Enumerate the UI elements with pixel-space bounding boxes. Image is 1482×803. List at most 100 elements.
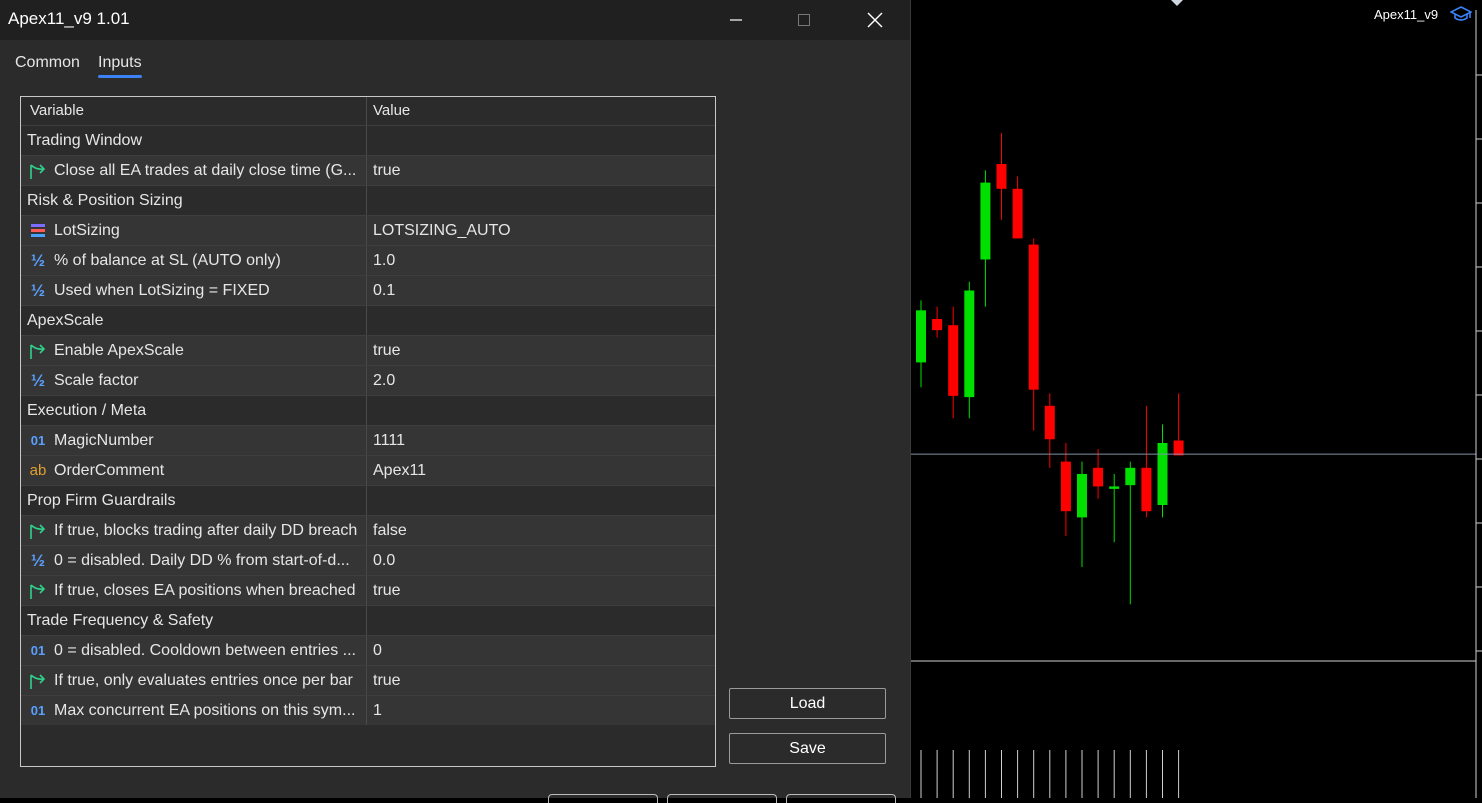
bear-candle — [948, 325, 959, 396]
bear-candle — [1044, 405, 1055, 440]
variable-cell: LotSizing — [21, 216, 367, 245]
param-row[interactable]: If true, blocks trading after daily DD b… — [21, 515, 715, 545]
enum-icon — [27, 222, 49, 240]
group-row: Execution / Meta — [21, 395, 715, 425]
ok-button[interactable] — [548, 794, 658, 803]
variable-label: Prop Firm Guardrails — [27, 491, 176, 509]
group-row: ApexScale — [21, 305, 715, 335]
variable-cell: If true, only evaluates entries once per… — [21, 666, 367, 695]
reset-button[interactable] — [786, 794, 896, 803]
title-bar[interactable]: Apex11_v9 1.01 — [0, 0, 910, 40]
bear-candle — [1012, 188, 1023, 239]
variable-label: Execution / Meta — [27, 401, 147, 419]
value-cell — [367, 306, 715, 335]
param-row[interactable]: 01 MagicNumber 1111 — [21, 425, 715, 455]
bull-candle — [1109, 486, 1120, 489]
param-row[interactable]: 01 Max concurrent EA positions on this sy… — [21, 695, 715, 725]
bear-candle — [1093, 467, 1104, 487]
value-cell[interactable]: false — [367, 516, 715, 545]
tab-inputs[interactable]: Inputs — [98, 54, 142, 78]
bear-candle — [1060, 461, 1071, 512]
value-cell[interactable]: 1.0 — [367, 246, 715, 275]
column-value[interactable]: Value — [367, 97, 715, 125]
param-row[interactable]: ½ % of balance at SL (AUTO only) 1.0 — [21, 245, 715, 275]
value-cell[interactable]: true — [367, 666, 715, 695]
value-cell[interactable]: 1111 — [367, 426, 715, 455]
variable-cell: If true, blocks trading after daily DD b… — [21, 516, 367, 545]
variable-label: Trading Window — [27, 131, 143, 149]
param-row[interactable]: LotSizing LOTSIZING_AUTO — [21, 215, 715, 245]
param-row[interactable]: Enable ApexScale true — [21, 335, 715, 365]
close-button[interactable] — [852, 0, 898, 40]
variable-label: Enable ApexScale — [54, 341, 184, 359]
bear-candle — [1173, 440, 1184, 456]
value-cell[interactable]: true — [367, 156, 715, 185]
load-button[interactable]: Load — [729, 688, 886, 719]
bull-candle — [916, 310, 926, 363]
bool-arrow-icon — [27, 162, 49, 180]
double-icon: ½ — [30, 370, 46, 390]
variable-cell: ApexScale — [21, 306, 367, 335]
bear-candle — [996, 164, 1007, 189]
variable-label: If true, blocks trading after daily DD b… — [54, 521, 358, 539]
variable-cell: 01 0 = disabled. Cooldown between entries… — [21, 636, 367, 665]
param-row[interactable]: ab OrderComment Apex11 — [21, 455, 715, 485]
param-row[interactable]: Close all EA trades at daily close time … — [21, 155, 715, 185]
value-cell[interactable]: 2.0 — [367, 366, 715, 395]
cancel-button[interactable] — [667, 794, 777, 803]
variable-label: ApexScale — [27, 311, 104, 329]
variable-label: Risk & Position Sizing — [27, 191, 183, 209]
candles-group — [916, 133, 1184, 605]
param-row[interactable]: If true, closes EA positions when breach… — [21, 575, 715, 605]
variable-cell: 01 MagicNumber — [21, 426, 367, 455]
bull-candle — [980, 182, 991, 260]
param-row[interactable]: If true, only evaluates entries once per… — [21, 665, 715, 695]
variable-label: Used when LotSizing = FIXED — [54, 281, 270, 299]
value-cell — [367, 396, 715, 425]
minimize-icon — [730, 19, 742, 21]
value-cell[interactable]: Apex11 — [367, 456, 715, 485]
variable-label: If true, only evaluates entries once per… — [54, 671, 353, 689]
variable-label: Scale factor — [54, 371, 139, 389]
inputs-grid[interactable]: Variable Value Trading Window Close all E… — [20, 96, 716, 767]
chart-ea-label: Apex11_v9 — [1374, 7, 1439, 22]
ea-properties-dialog: Apex11_v9 1.01 Common Inputs Variable Va… — [0, 0, 911, 803]
bool-arrow-icon — [27, 582, 49, 600]
value-cell[interactable]: LOTSIZING_AUTO — [367, 216, 715, 245]
variable-label: MagicNumber — [54, 431, 154, 449]
column-variable[interactable]: Variable — [21, 97, 367, 125]
param-row[interactable]: 01 0 = disabled. Cooldown between entries… — [21, 635, 715, 665]
save-button[interactable]: Save — [729, 733, 886, 764]
minimize-button[interactable] — [713, 0, 759, 40]
group-row: Trading Window — [21, 125, 715, 155]
value-cell[interactable]: 0 — [367, 636, 715, 665]
value-cell[interactable]: 0.1 — [367, 276, 715, 305]
tab-common[interactable]: Common — [15, 54, 80, 72]
variable-cell: If true, closes EA positions when breach… — [21, 576, 367, 605]
bull-candle — [1077, 474, 1087, 518]
param-row[interactable]: ½ Scale factor 2.0 — [21, 365, 715, 395]
bool-arrow-icon — [27, 342, 49, 360]
variable-label: Trade Frequency & Safety — [27, 611, 214, 629]
value-cell — [367, 186, 715, 215]
param-row[interactable]: ½ Used when LotSizing = FIXED 0.1 — [21, 275, 715, 305]
variable-label: If true, closes EA positions when breach… — [54, 581, 356, 599]
bool-arrow-icon — [27, 672, 49, 690]
integer-icon: 01 — [30, 433, 46, 448]
value-cell[interactable]: 0.0 — [367, 546, 715, 575]
param-row[interactable]: ½ 0 = disabled. Daily DD % from start-of-… — [21, 545, 715, 575]
variable-cell: Risk & Position Sizing — [21, 186, 367, 215]
maximize-button[interactable] — [781, 0, 827, 40]
value-cell[interactable]: true — [367, 336, 715, 365]
variable-label: % of balance at SL (AUTO only) — [54, 251, 281, 269]
close-icon — [867, 12, 883, 28]
value-cell[interactable]: 1 — [367, 696, 715, 725]
variable-cell: Enable ApexScale — [21, 336, 367, 365]
variable-label: LotSizing — [54, 221, 120, 239]
value-cell[interactable]: true — [367, 576, 715, 605]
variable-cell: Execution / Meta — [21, 396, 367, 425]
variable-label: OrderComment — [54, 461, 165, 479]
maximize-icon — [798, 14, 810, 26]
shift-marker-icon — [1171, 0, 1183, 6]
group-row: Prop Firm Guardrails — [21, 485, 715, 515]
